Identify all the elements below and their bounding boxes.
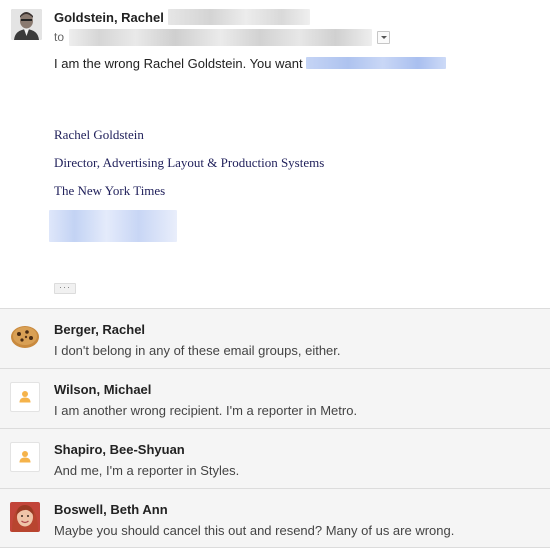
signature-name: Rachel Goldstein <box>54 127 144 142</box>
avatar-cookie-icon[interactable] <box>10 322 40 352</box>
message-snippet: And me, I'm a reporter in Styles. <box>54 463 240 478</box>
recipients-label: to <box>54 30 65 44</box>
redacted-sender-email <box>168 9 310 25</box>
collapsed-message[interactable]: Boswell, Beth Ann Maybe you should cance… <box>0 488 550 548</box>
sender-name: Berger, Rachel <box>54 322 146 337</box>
default-person-icon[interactable] <box>10 382 40 412</box>
signature-organization: The New York Times <box>54 183 166 198</box>
expanded-message: Goldstein, Rachel to I am the wrong Rach… <box>0 0 550 308</box>
sender-name: Shapiro, Bee-Shyuan <box>54 442 185 457</box>
default-person-icon[interactable] <box>10 442 40 472</box>
redacted-contact-info <box>49 210 177 242</box>
message-snippet: I don't belong in any of these email gro… <box>54 343 341 358</box>
collapsed-message[interactable]: Shapiro, Bee-Shyuan And me, I'm a report… <box>0 428 550 488</box>
signature-title: Director, Advertising Layout & Productio… <box>54 155 325 170</box>
sender-name: Wilson, Michael <box>54 382 152 397</box>
sender-avatar[interactable] <box>11 9 42 40</box>
message-body-text: I am the wrong Rachel Goldstein. You wan… <box>54 56 303 71</box>
message-snippet: I am another wrong recipient. I'm a repo… <box>54 403 358 418</box>
collapsed-message[interactable]: Berger, Rachel I don't belong in any of … <box>0 308 550 368</box>
show-details-dropdown-icon[interactable] <box>377 31 390 44</box>
sender-name[interactable]: Goldstein, Rachel <box>54 10 164 25</box>
redacted-recipients[interactable] <box>69 29 372 46</box>
redacted-email-link[interactable] <box>306 57 446 69</box>
sender-name: Boswell, Beth Ann <box>54 502 168 517</box>
message-snippet: Maybe you should cancel this out and res… <box>54 523 455 538</box>
show-trimmed-content-button[interactable]: ··· <box>54 283 76 294</box>
collapsed-message[interactable]: Wilson, Michael I am another wrong recip… <box>0 368 550 428</box>
avatar-woman-photo-icon[interactable] <box>10 502 40 532</box>
